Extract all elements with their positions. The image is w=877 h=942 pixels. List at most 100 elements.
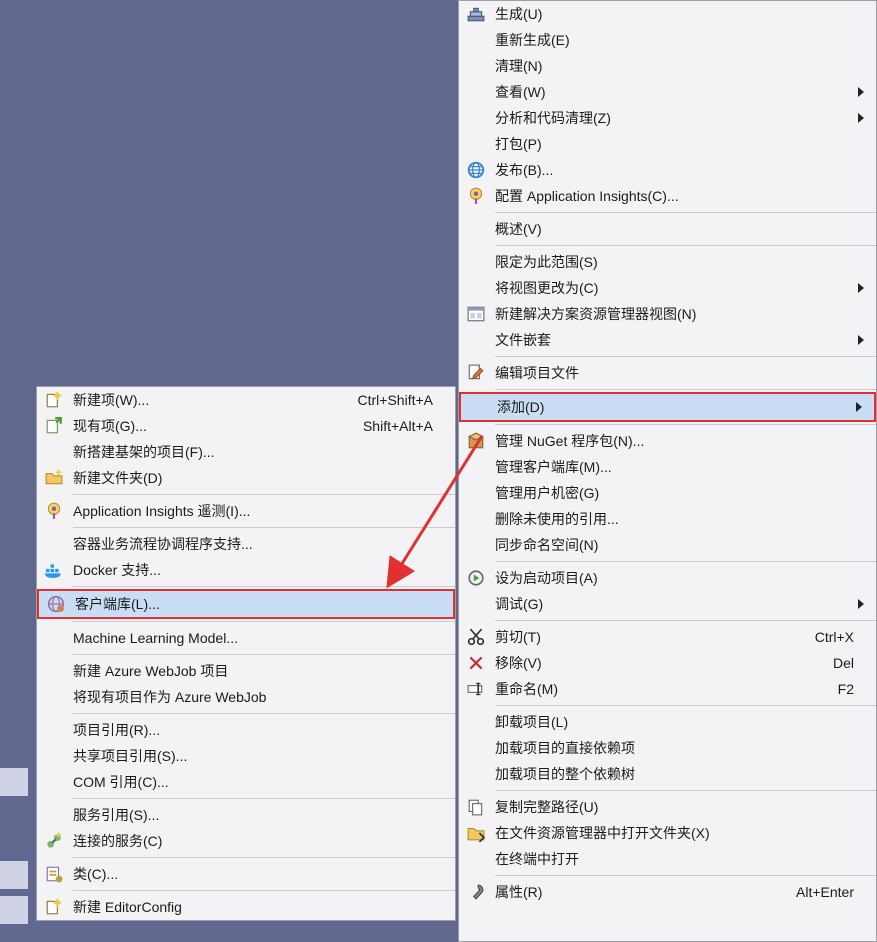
menu-item-unused[interactable]: 删除未使用的引用...: [459, 506, 876, 532]
submenu-item-new-item[interactable]: 新建项(W)...Ctrl+Shift+A: [37, 387, 455, 413]
blank-icon: [463, 737, 489, 759]
menu-item-scope[interactable]: 限定为此范围(S): [459, 249, 876, 275]
menu-item-rebuild[interactable]: 重新生成(E): [459, 27, 876, 53]
menu-item-label: 管理 NuGet 程序包(N)...: [495, 431, 854, 451]
submenu-item-container[interactable]: 容器业务流程协调程序支持...: [37, 531, 455, 557]
menu-separator: [73, 890, 455, 891]
blank-icon: [41, 719, 67, 741]
blank-icon: [41, 441, 67, 463]
blank-icon: [463, 848, 489, 870]
submenu-item-editorconfig[interactable]: 新建 EditorConfig: [37, 894, 455, 920]
menu-separator: [73, 713, 455, 714]
build-icon: [463, 3, 489, 25]
menu-item-label: 新建解决方案资源管理器视图(N): [495, 304, 854, 324]
blank-icon: [41, 686, 67, 708]
submenu-item-docker[interactable]: Docker 支持...: [37, 557, 455, 583]
blank-icon: [463, 133, 489, 155]
menu-item-shortcut: Alt+Enter: [786, 884, 854, 900]
menu-item-edit-proj[interactable]: 编辑项目文件: [459, 360, 876, 386]
menu-item-file-nest[interactable]: 文件嵌套: [459, 327, 876, 353]
submenu-item-existing-item[interactable]: 现有项(G)...Shift+Alt+A: [37, 413, 455, 439]
menu-item-unload[interactable]: 卸载项目(L): [459, 709, 876, 735]
submenu-item-new-folder[interactable]: 新建文件夹(D): [37, 465, 455, 491]
menu-item-label: 管理客户端库(M)...: [495, 457, 854, 477]
rename-icon: [463, 678, 489, 700]
menu-item-shortcut: Ctrl+Shift+A: [348, 392, 433, 408]
blank-icon: [41, 771, 67, 793]
menu-separator: [495, 356, 876, 357]
menu-separator: [495, 424, 876, 425]
menu-item-add[interactable]: 添加(D): [459, 392, 876, 422]
menu-item-label: 限定为此范围(S): [495, 252, 854, 272]
submenu-item-com-ref[interactable]: COM 引用(C)...: [37, 769, 455, 795]
menu-item-label: Machine Learning Model...: [73, 630, 433, 646]
menu-item-insights-cfg[interactable]: 配置 Application Insights(C)...: [459, 183, 876, 209]
menu-item-startup[interactable]: 设为启动项目(A): [459, 565, 876, 591]
menu-item-label: 共享项目引用(S)...: [73, 746, 433, 766]
menu-item-label: 新建 Azure WebJob 项目: [73, 661, 433, 681]
menu-item-change-view[interactable]: 将视图更改为(C): [459, 275, 876, 301]
menu-item-remove[interactable]: 移除(V)Del: [459, 650, 876, 676]
submenu-item-client-lib[interactable]: 客户端库(L)...: [37, 589, 455, 619]
menu-item-label: 客户端库(L)...: [75, 594, 431, 614]
menu-item-analyze[interactable]: 分析和代码清理(Z): [459, 105, 876, 131]
submenu-caret-icon: [854, 113, 868, 123]
menu-item-client[interactable]: 管理客户端库(M)...: [459, 454, 876, 480]
menu-item-open-term[interactable]: 在终端中打开: [459, 846, 876, 872]
menu-item-build[interactable]: 生成(U): [459, 1, 876, 27]
menu-item-label: 概述(V): [495, 219, 854, 239]
submenu-item-shared-ref[interactable]: 共享项目引用(S)...: [37, 743, 455, 769]
menu-item-copy-path[interactable]: 复制完整路径(U): [459, 794, 876, 820]
blank-icon: [463, 329, 489, 351]
menu-item-rename[interactable]: 重命名(M)F2: [459, 676, 876, 702]
submenu-item-class[interactable]: 类(C)...: [37, 861, 455, 887]
menu-item-label: 管理用户机密(G): [495, 483, 854, 503]
submenu-item-proj-ref[interactable]: 项目引用(R)...: [37, 717, 455, 743]
menu-item-label: 删除未使用的引用...: [495, 509, 854, 529]
submenu-item-scaffolded[interactable]: 新搭建基架的项目(F)...: [37, 439, 455, 465]
submenu-item-app-insights[interactable]: Application Insights 遥测(I)...: [37, 498, 455, 524]
submenu-item-conn-svc[interactable]: 连接的服务(C): [37, 828, 455, 854]
blank-icon: [463, 29, 489, 51]
existing-item-icon: [41, 415, 67, 437]
menu-item-props[interactable]: 属性(R)Alt+Enter: [459, 879, 876, 905]
blank-icon: [463, 508, 489, 530]
submenu-item-svc-ref[interactable]: 服务引用(S)...: [37, 802, 455, 828]
remove-icon: [463, 652, 489, 674]
menu-item-label: 生成(U): [495, 4, 854, 24]
menu-item-debug[interactable]: 调试(G): [459, 591, 876, 617]
submenu-item-azure-new[interactable]: 新建 Azure WebJob 项目: [37, 658, 455, 684]
menu-item-clean[interactable]: 清理(N): [459, 53, 876, 79]
submenu-item-azure-exist[interactable]: 将现有项目作为 Azure WebJob: [37, 684, 455, 710]
blank-icon: [463, 763, 489, 785]
menu-item-deps-all[interactable]: 加载项目的整个依赖树: [459, 761, 876, 787]
menu-item-cut[interactable]: 剪切(T)Ctrl+X: [459, 624, 876, 650]
menu-item-label: 加载项目的整个依赖树: [495, 764, 854, 784]
menu-separator: [73, 586, 455, 587]
docker-icon: [41, 559, 67, 581]
menu-item-overview[interactable]: 概述(V): [459, 216, 876, 242]
solution-icon: [463, 303, 489, 325]
menu-item-label: 调试(G): [495, 594, 854, 614]
blank-icon: [41, 533, 67, 555]
menu-item-open-folder[interactable]: 在文件资源管理器中打开文件夹(X): [459, 820, 876, 846]
menu-separator: [495, 561, 876, 562]
blank-icon: [463, 277, 489, 299]
menu-item-view[interactable]: 查看(W): [459, 79, 876, 105]
menu-separator: [495, 705, 876, 706]
menu-item-sync-ns[interactable]: 同步命名空间(N): [459, 532, 876, 558]
menu-item-label: 重新生成(E): [495, 30, 854, 50]
menu-item-nuget[interactable]: 管理 NuGet 程序包(N)...: [459, 428, 876, 454]
menu-item-secrets[interactable]: 管理用户机密(G): [459, 480, 876, 506]
submenu-item-ml-model[interactable]: Machine Learning Model...: [37, 625, 455, 651]
menu-item-deps-direct[interactable]: 加载项目的直接依赖项: [459, 735, 876, 761]
project-context-menu[interactable]: 生成(U) 重新生成(E) 清理(N)查看(W)分析和代码清理(Z)打包(P)发布(…: [458, 0, 877, 942]
folder-open-icon: [463, 822, 489, 844]
blank-icon: [463, 218, 489, 240]
menu-item-publish[interactable]: 发布(B)...: [459, 157, 876, 183]
menu-item-new-sln[interactable]: 新建解决方案资源管理器视图(N): [459, 301, 876, 327]
menu-item-shortcut: F2: [828, 681, 854, 697]
new-item-icon: [41, 389, 67, 411]
add-submenu[interactable]: 新建项(W)...Ctrl+Shift+A现有项(G)...Shift+Alt+…: [36, 386, 456, 921]
menu-item-pack[interactable]: 打包(P): [459, 131, 876, 157]
